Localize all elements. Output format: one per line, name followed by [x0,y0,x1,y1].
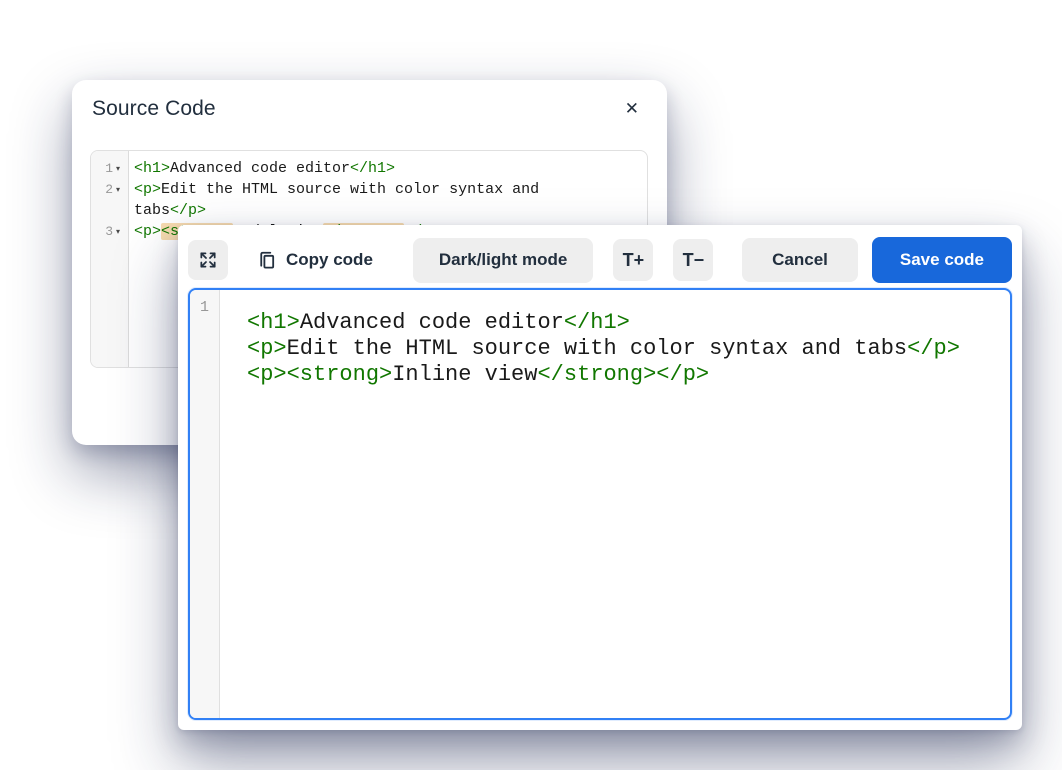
code-tag: <p> [134,181,161,198]
code-line: <h1>Advanced code editor</h1> [130,158,647,179]
font-decrease-button[interactable]: T− [673,239,713,281]
line-number-gutter: 1 [190,290,220,718]
gutter-row: 3▾ [91,221,128,242]
code-line: <h1>Advanced code editor</h1> [247,310,1010,336]
code-text: Inline view [392,362,537,387]
code-text: Advanced code editor [300,310,564,335]
code-tag: </p> [170,202,206,219]
font-increase-button[interactable]: T+ [613,239,653,281]
code-tag: </p> [907,336,960,361]
collapse-arrow-icon[interactable]: ▾ [116,158,125,179]
code-text: Advanced code editor [170,160,350,177]
code-tag: <h1> [247,310,300,335]
save-code-button[interactable]: Save code [872,237,1012,283]
code-text: Edit the HTML source with color syntax a… [161,181,539,198]
page-background: Source Code ✕ 1▾2▾3▾ <h1>Advanced code e… [0,0,1062,770]
code-tag: </strong> [537,362,656,387]
editor-toolbar: Copy code Dark/light mode T+ T− Cancel S… [178,225,1022,283]
copy-icon [256,249,277,271]
line-number-gutter: 1▾2▾3▾ [91,151,129,367]
inline-code-editor[interactable]: 1 <h1>Advanced code editor</h1><p>Edit t… [188,288,1012,720]
copy-code-label: Copy code [286,250,373,270]
gutter-row: 1▾ [91,158,128,179]
code-content[interactable]: <h1>Advanced code editor</h1><p>Edit the… [221,290,1010,718]
copy-code-button[interactable]: Copy code [256,249,373,271]
dark-light-mode-button[interactable]: Dark/light mode [413,238,593,283]
code-tag: <p> [247,362,287,387]
code-text: tabs [134,202,170,219]
collapse-arrow-icon[interactable]: ▾ [116,221,125,242]
code-line: <p><strong>Inline view</strong></p> [247,362,1010,388]
dialog-header: Source Code ✕ [72,80,667,122]
code-tag: </h1> [564,310,630,335]
collapse-arrow-icon[interactable]: ▾ [116,179,125,200]
code-tag: <strong> [287,362,393,387]
code-line: <p>Edit the HTML source with color synta… [247,336,1010,362]
code-tag: <p> [134,223,161,240]
line-number: 1 [105,158,113,179]
dialog-title: Source Code [92,97,216,121]
fullscreen-icon [198,250,218,270]
code-text: Edit the HTML source with color syntax a… [287,336,908,361]
gutter-row: 2▾ [91,179,128,200]
fullscreen-button[interactable] [188,240,228,280]
cancel-button[interactable]: Cancel [742,238,858,282]
code-line: <p>Edit the HTML source with color synta… [130,179,647,200]
inline-code-editor-panel: Copy code Dark/light mode T+ T− Cancel S… [178,225,1022,730]
close-icon[interactable]: ✕ [623,97,641,122]
line-number: 1 [200,299,209,316]
line-number: 3 [105,221,113,242]
code-tag: </h1> [350,160,395,177]
gutter-row [91,200,128,221]
code-tag: <h1> [134,160,170,177]
code-line: tabs</p> [130,200,647,221]
line-number: 2 [105,179,113,200]
code-tag: <p> [247,336,287,361]
code-tag: </p> [656,362,709,387]
